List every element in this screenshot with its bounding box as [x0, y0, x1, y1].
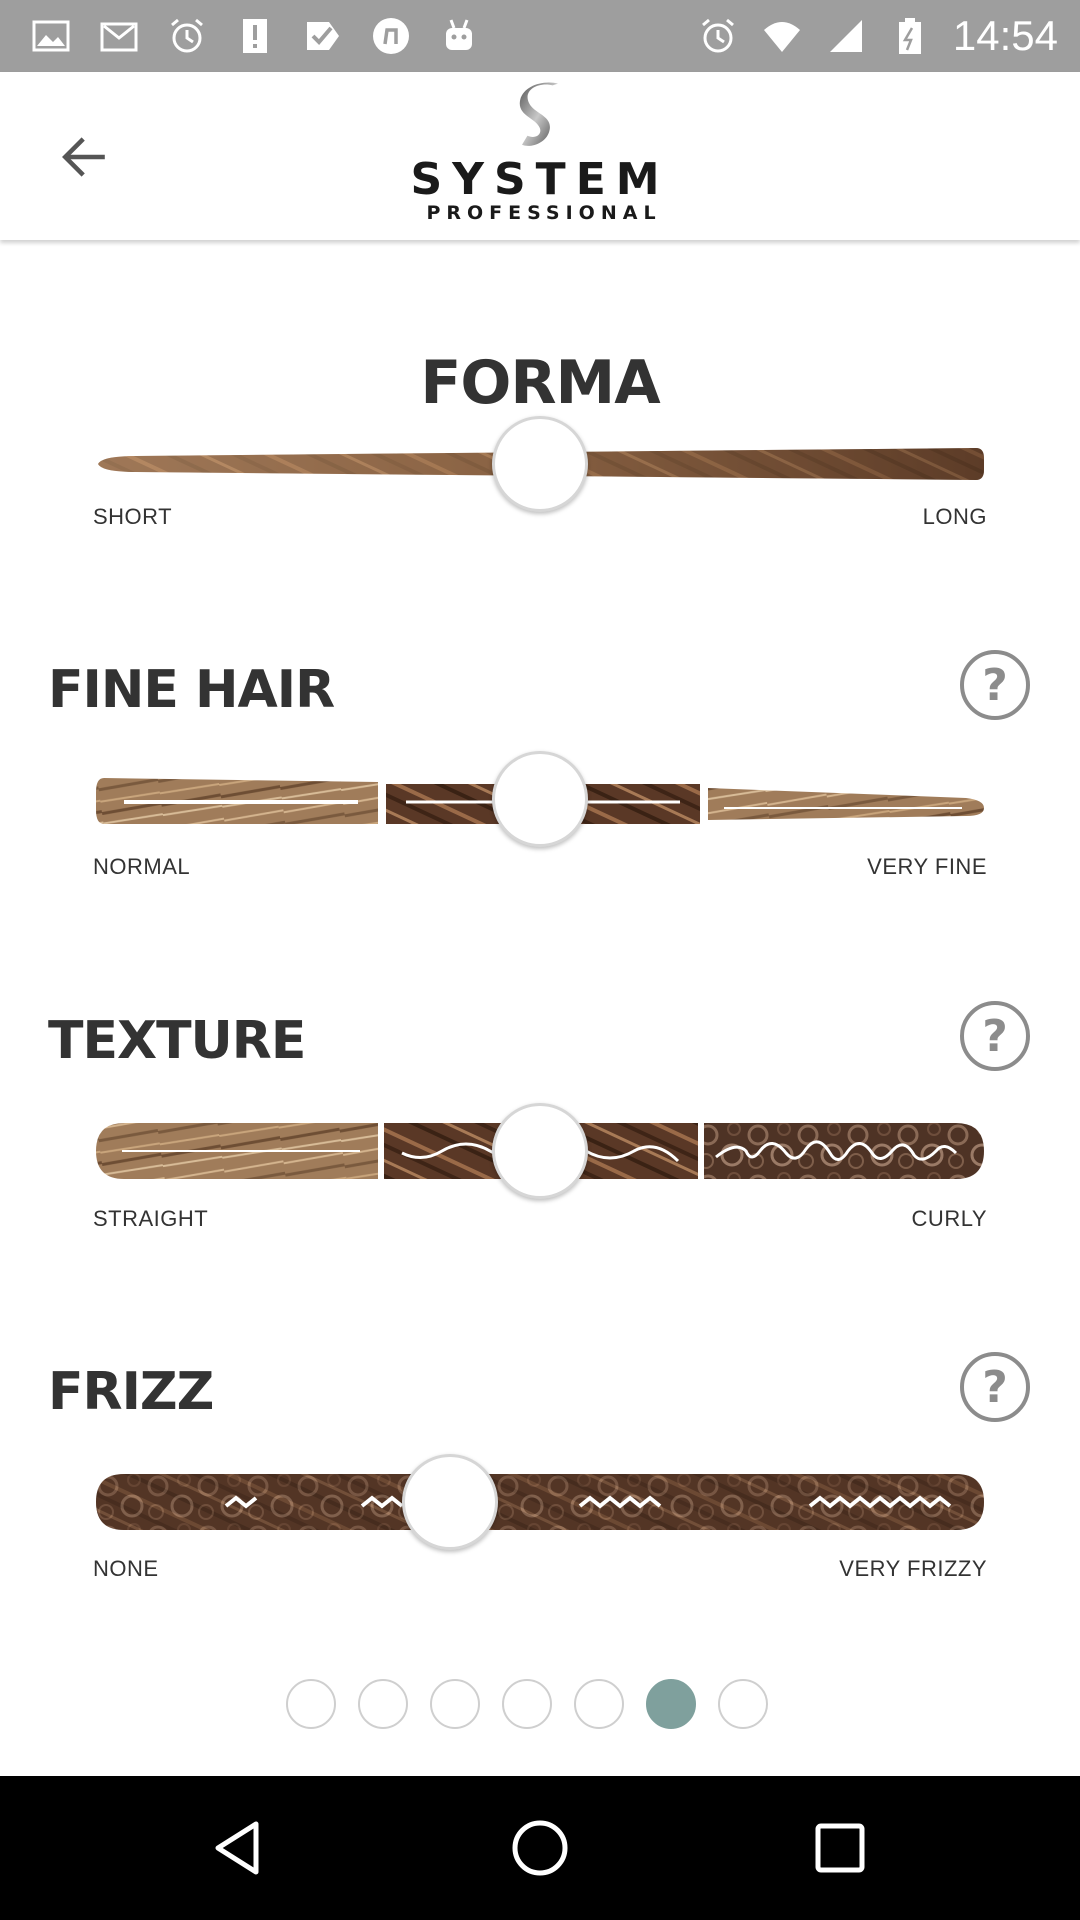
page-dot-active[interactable] — [646, 1679, 696, 1729]
nav-recents-button[interactable] — [800, 1808, 880, 1888]
navigation-bar — [0, 1776, 1080, 1920]
forma-max-label: LONG — [922, 504, 987, 529]
page-dot[interactable] — [574, 1679, 624, 1729]
fine-hair-help-button[interactable]: ? — [960, 650, 1030, 720]
music-icon — [370, 15, 412, 57]
texture-max-label: CURLY — [911, 1206, 987, 1231]
frizz-help-button[interactable]: ? — [960, 1352, 1030, 1422]
notification-icons — [30, 0, 480, 72]
page-dot[interactable] — [358, 1679, 408, 1729]
back-button[interactable] — [50, 122, 120, 192]
page-dot[interactable] — [286, 1679, 336, 1729]
logo-subtitle: PROFESSIONAL — [426, 202, 662, 224]
frizz-slider-thumb[interactable] — [402, 1454, 498, 1550]
system-icons: 14:54 — [697, 0, 1058, 72]
page-dot[interactable] — [502, 1679, 552, 1729]
texture-slider-thumb[interactable] — [492, 1103, 588, 1199]
frizz-max-label: VERY FRIZZY — [839, 1556, 987, 1581]
arrow-back-icon — [62, 137, 105, 177]
task-check-icon — [302, 15, 344, 57]
logo-title: SYSTEM — [410, 154, 670, 205]
wifi-icon — [761, 15, 803, 57]
forma-title: FORMA — [420, 348, 660, 418]
frizz-min-label: NONE — [93, 1556, 159, 1581]
clock-time: 14:54 — [952, 12, 1058, 59]
logo-s-mark — [519, 82, 558, 146]
app-bar: SYSTEM PROFESSIONAL — [0, 72, 1080, 240]
fine-hair-slider-thumb[interactable] — [492, 751, 588, 847]
page-dot[interactable] — [718, 1679, 768, 1729]
fine-hair-title: FINE HAIR — [48, 660, 335, 720]
frizz-slider-track[interactable] — [96, 1472, 984, 1532]
texture-help-button[interactable]: ? — [960, 1001, 1030, 1071]
forma-min-label: SHORT — [93, 504, 173, 529]
battery-icon — [889, 15, 931, 57]
page-indicator — [286, 1679, 768, 1729]
brand-logo: SYSTEM PROFESSIONAL — [400, 78, 680, 238]
status-bar: 14:54 — [0, 0, 1080, 72]
forma-slider-thumb[interactable] — [492, 416, 588, 512]
signal-icon — [825, 15, 867, 57]
frizz-title: FRIZZ — [48, 1362, 214, 1422]
alert-icon — [234, 15, 276, 57]
texture-title: TEXTURE — [48, 1011, 306, 1071]
fine-hair-min-label: NORMAL — [93, 854, 191, 879]
nav-recents-icon — [815, 1823, 865, 1873]
fine-hair-max-label: VERY FINE — [867, 854, 987, 879]
nav-home-icon — [512, 1820, 568, 1876]
nav-home-button[interactable] — [500, 1808, 580, 1888]
alarm-icon — [697, 15, 739, 57]
texture-min-label: STRAIGHT — [93, 1206, 209, 1231]
gmail-icon — [98, 15, 140, 57]
nav-back-icon — [215, 1821, 259, 1875]
nav-back-button[interactable] — [200, 1808, 280, 1888]
gallery-icon — [30, 15, 72, 57]
page-dot[interactable] — [430, 1679, 480, 1729]
alarm-icon — [166, 15, 208, 57]
android-icon — [438, 15, 480, 57]
